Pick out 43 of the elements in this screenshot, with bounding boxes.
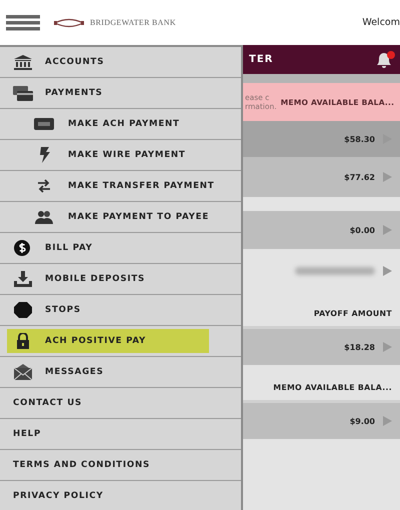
menu-item[interactable]: HELP: [7, 422, 48, 446]
greeting-text: Welcom: [362, 17, 400, 28]
arrow-icon: [383, 225, 392, 235]
arrow-icon: [383, 416, 392, 426]
balance-row[interactable]: $18.28: [243, 329, 400, 365]
menu-item[interactable]: MAKE PAYMENT TO PAYEE: [28, 205, 216, 229]
amount-text: $18.28: [344, 342, 375, 352]
logo-text: BRIDGEWATER BANK: [90, 18, 176, 27]
balance-row[interactable]: $0.00: [243, 211, 400, 249]
amount-text: $9.00: [350, 416, 375, 426]
logo-icon: [54, 18, 84, 28]
menu-item[interactable]: PRIVACY POLICY: [7, 484, 110, 508]
bell-icon[interactable]: [374, 50, 396, 68]
balance-row[interactable]: $9.00: [243, 403, 400, 439]
people-icon: [34, 209, 54, 225]
menu-item[interactable]: PAYMENTS: [7, 81, 109, 105]
cards-icon: [13, 85, 33, 101]
menu-item[interactable]: TERMS AND CONDITIONS: [7, 453, 156, 477]
envelope-icon: [13, 364, 33, 380]
menu-item[interactable]: CONTACT US: [7, 391, 88, 415]
bank-icon: [13, 54, 33, 70]
menu-item[interactable]: MAKE WIRE PAYMENT: [28, 143, 192, 167]
dollar-icon: [13, 240, 33, 256]
arrow-icon: [383, 342, 392, 352]
download-tray-icon: [13, 271, 33, 287]
menu-item[interactable]: ACCOUNTS: [7, 50, 110, 74]
menu-item[interactable]: MESSAGES: [7, 360, 110, 384]
amount-text: $0.00: [350, 226, 375, 234]
arrow-icon: [383, 266, 392, 276]
menu-item[interactable]: MAKE TRANSFER PAYMENT: [28, 174, 220, 198]
page-title: TER: [249, 54, 274, 65]
arrow-icon: [383, 172, 392, 182]
menu-item[interactable]: MOBILE DEPOSITS: [7, 267, 151, 291]
ach-icon: [34, 116, 54, 132]
menu-icon[interactable]: [6, 14, 40, 30]
menu-item[interactable]: MAKE ACH PAYMENT: [28, 112, 186, 136]
octagon-icon: [13, 302, 33, 318]
menu-item[interactable]: ACH POSITIVE PAY: [7, 329, 209, 353]
menu-item[interactable]: BILL PAY: [7, 236, 99, 260]
amount-text: $58.30: [344, 134, 375, 144]
menu-item[interactable]: STOPS: [7, 298, 87, 322]
balance-row[interactable]: $58.30: [243, 121, 400, 157]
amount-text: $77.62: [344, 172, 375, 182]
